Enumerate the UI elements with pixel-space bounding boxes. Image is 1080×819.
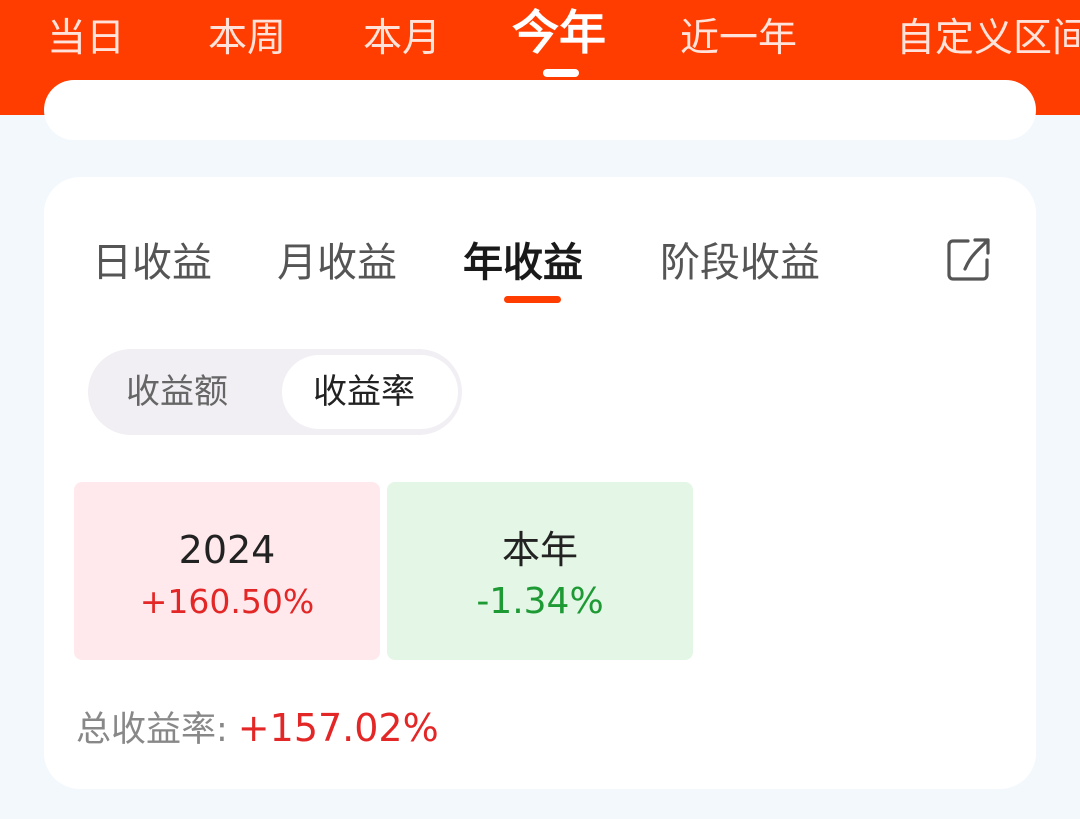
tab-period-profit[interactable]: 阶段收益 — [660, 238, 820, 288]
previous-card-edge — [44, 80, 1036, 140]
year-label: 2024 — [178, 528, 276, 572]
tab-daily-profit[interactable]: 日收益 — [92, 238, 212, 288]
period-tab-this-year[interactable]: 今年 — [512, 6, 606, 62]
total-return-label: 总收益率: — [76, 710, 228, 750]
toggle-profit-rate[interactable]: 收益率 — [313, 369, 415, 415]
toggle-profit-amount[interactable]: 收益额 — [126, 369, 228, 415]
year-label: 本年 — [501, 528, 578, 572]
year-return-value: +160.50% — [139, 582, 315, 621]
tab-yearly-profit[interactable]: 年收益 — [463, 238, 583, 288]
share-icon[interactable] — [944, 236, 992, 284]
period-tab-active-indicator — [543, 69, 579, 77]
period-tab-this-week[interactable]: 本周 — [208, 14, 286, 64]
tab-monthly-profit[interactable]: 月收益 — [277, 238, 397, 288]
tab-active-indicator — [504, 296, 561, 303]
period-tab-last-year[interactable]: 近一年 — [680, 14, 797, 64]
period-tab-this-month[interactable]: 本月 — [363, 14, 441, 64]
year-result-this-year[interactable]: 本年 -1.34% — [387, 482, 693, 660]
year-return-value: -1.34% — [476, 581, 604, 622]
period-tab-today[interactable]: 当日 — [47, 14, 125, 64]
total-return-value: +157.02% — [237, 706, 439, 750]
total-return: 总收益率: +157.02% — [76, 704, 439, 754]
period-tab-custom-range[interactable]: 自定义区间 — [896, 14, 1080, 64]
year-result-2024[interactable]: 2024 +160.50% — [74, 482, 380, 660]
